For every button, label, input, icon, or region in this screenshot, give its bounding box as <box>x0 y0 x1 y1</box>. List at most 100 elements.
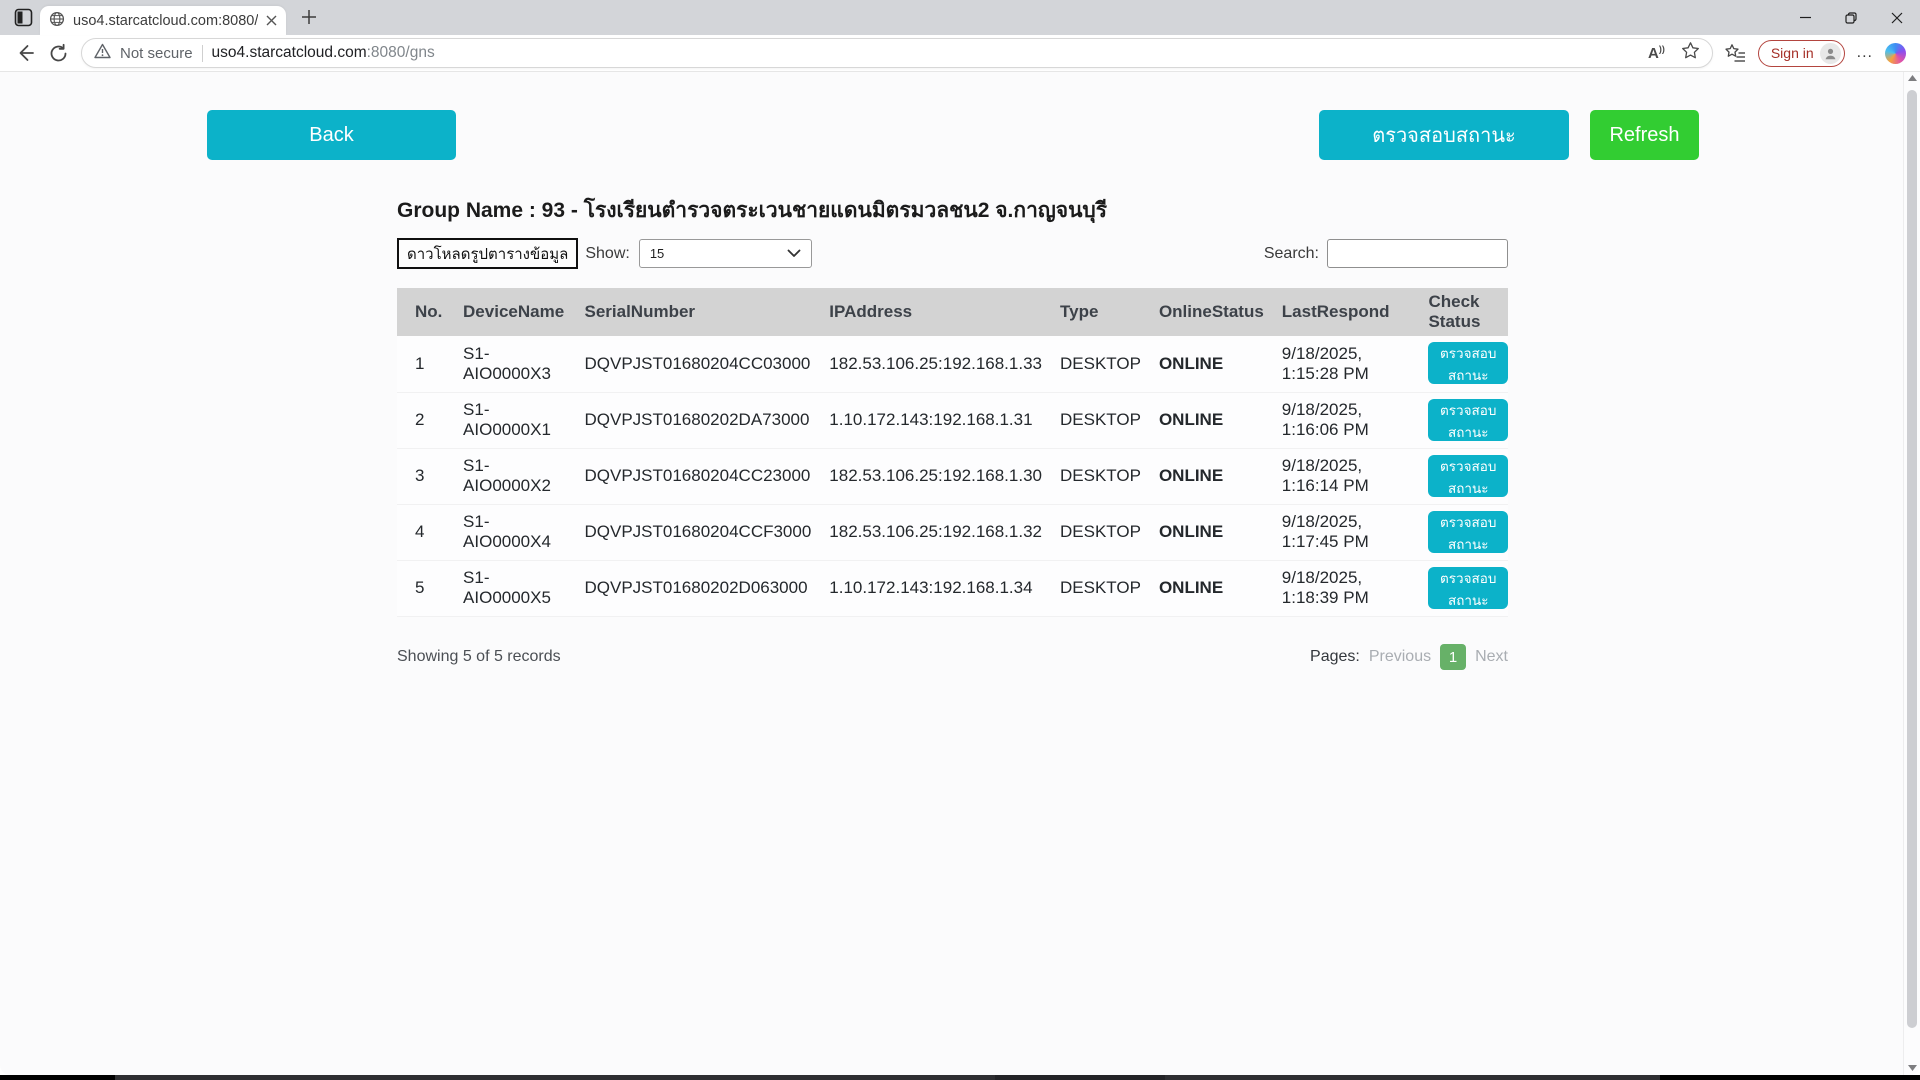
read-aloud-icon[interactable]: A)) <box>1648 44 1665 62</box>
cell-no: 4 <box>397 504 445 560</box>
cell-ipaddress: 1.10.172.143:192.168.1.31 <box>811 392 1042 448</box>
table-footer: Showing 5 of 5 records Pages: Previous 1… <box>397 644 1508 670</box>
cell-no: 1 <box>397 336 445 392</box>
browser-titlebar: uso4.starcatcloud.com:8080/gns <box>0 0 1920 35</box>
cell-lastrespond: 9/18/2025, 1:16:06 PM <box>1264 392 1411 448</box>
cell-type: DESKTOP <box>1042 392 1141 448</box>
table-row: 1 S1-AIO0000X3 DQVPJST01680204CC03000 18… <box>397 336 1508 392</box>
copilot-icon[interactable] <box>1885 43 1906 64</box>
chevron-down-icon <box>787 246 801 261</box>
cell-no: 2 <box>397 392 445 448</box>
cell-devicename: S1-AIO0000X5 <box>445 560 566 616</box>
cell-serialnumber: DQVPJST01680202D063000 <box>567 560 812 616</box>
status-badge: ONLINE <box>1141 504 1264 560</box>
back-button[interactable]: Back <box>207 110 456 160</box>
search-input[interactable] <box>1327 239 1508 268</box>
cell-lastrespond: 9/18/2025, 1:18:39 PM <box>1264 560 1411 616</box>
row-check-status-button[interactable]: ตรวจสอบสถานะ <box>1428 399 1508 441</box>
status-badge: ONLINE <box>1141 336 1264 392</box>
status-badge: ONLINE <box>1141 448 1264 504</box>
restore-icon[interactable] <box>1828 0 1874 35</box>
show-select-value: 15 <box>650 246 664 261</box>
cell-no: 5 <box>397 560 445 616</box>
page-title: Group Name : 93 - โรงเรียนตำรวจตระเวนชาย… <box>397 194 1107 227</box>
col-checkstatus: Check Status <box>1410 288 1508 336</box>
col-devicename: DeviceName <box>445 288 566 336</box>
page-content: Back ตรวจสอบสถานะ Refresh Group Name : 9… <box>0 72 1920 1075</box>
next-page-button[interactable]: Next <box>1475 648 1508 666</box>
signin-label: Sign in <box>1771 45 1814 61</box>
cell-serialnumber: DQVPJST01680204CC03000 <box>567 336 812 392</box>
device-table: No. DeviceName SerialNumber IPAddress Ty… <box>397 288 1508 617</box>
signin-button[interactable]: Sign in <box>1758 40 1845 67</box>
profile-avatar-icon <box>1820 43 1841 64</box>
col-onlinestatus: OnlineStatus <box>1141 288 1264 336</box>
back-arrow-icon[interactable] <box>14 42 36 64</box>
cell-type: DESKTOP <box>1042 504 1141 560</box>
download-table-button[interactable]: ดาวโหลดรูปตารางข้อมูล <box>397 238 578 269</box>
status-badge: ONLINE <box>1141 560 1264 616</box>
table-row: 4 S1-AIO0000X4 DQVPJST01680204CCF3000 18… <box>397 504 1508 560</box>
page-scrollbar[interactable] <box>1903 72 1920 1075</box>
cell-serialnumber: DQVPJST01680204CC23000 <box>567 448 812 504</box>
browser-tab[interactable]: uso4.starcatcloud.com:8080/gns <box>40 6 286 35</box>
browser-navbar: Not secure uso4.starcatcloud.com:8080/gn… <box>0 35 1920 72</box>
current-page-badge[interactable]: 1 <box>1440 644 1466 670</box>
cell-devicename: S1-AIO0000X1 <box>445 392 566 448</box>
cell-lastrespond: 9/18/2025, 1:16:14 PM <box>1264 448 1411 504</box>
address-bar[interactable]: Not secure uso4.starcatcloud.com:8080/gn… <box>81 38 1713 68</box>
search-label: Search: <box>1264 245 1319 263</box>
table-row: 5 S1-AIO0000X5 DQVPJST01680202D063000 1.… <box>397 560 1508 616</box>
url-host: uso4.starcatcloud.com <box>212 44 367 61</box>
scroll-up-icon[interactable] <box>1904 75 1920 81</box>
collections-icon[interactable] <box>1725 43 1746 63</box>
cell-ipaddress: 182.53.106.25:192.168.1.33 <box>811 336 1042 392</box>
cell-lastrespond: 9/18/2025, 1:17:45 PM <box>1264 504 1411 560</box>
cell-lastrespond: 9/18/2025, 1:15:28 PM <box>1264 336 1411 392</box>
cell-ipaddress: 1.10.172.143:192.168.1.34 <box>811 560 1042 616</box>
previous-page-button[interactable]: Previous <box>1369 648 1431 666</box>
cell-type: DESKTOP <box>1042 560 1141 616</box>
row-check-status-button[interactable]: ตรวจสอบสถานะ <box>1428 567 1508 609</box>
url-text[interactable]: uso4.starcatcloud.com:8080/gns <box>212 44 435 62</box>
minimize-icon[interactable] <box>1782 0 1828 35</box>
cell-devicename: S1-AIO0000X3 <box>445 336 566 392</box>
col-type: Type <box>1042 288 1141 336</box>
row-check-status-button[interactable]: ตรวจสอบสถานะ <box>1428 342 1508 384</box>
table-header-row: No. DeviceName SerialNumber IPAddress Ty… <box>397 288 1508 336</box>
col-ipaddress: IPAddress <box>811 288 1042 336</box>
cell-no: 3 <box>397 448 445 504</box>
reload-icon[interactable] <box>48 43 69 64</box>
row-check-status-button[interactable]: ตรวจสอบสถานะ <box>1428 455 1508 497</box>
refresh-button[interactable]: Refresh <box>1590 110 1699 160</box>
address-divider <box>202 45 203 62</box>
tab-close-icon[interactable] <box>266 15 277 26</box>
table-row: 2 S1-AIO0000X1 DQVPJST01680202DA73000 1.… <box>397 392 1508 448</box>
show-label: Show: <box>585 245 629 263</box>
pages-label: Pages: <box>1310 648 1360 666</box>
globe-icon <box>49 11 65 31</box>
cell-ipaddress: 182.53.106.25:192.168.1.32 <box>811 504 1042 560</box>
col-serialnumber: SerialNumber <box>567 288 812 336</box>
security-label[interactable]: Not secure <box>120 45 193 62</box>
cell-type: DESKTOP <box>1042 336 1141 392</box>
cell-serialnumber: DQVPJST01680202DA73000 <box>567 392 812 448</box>
cell-type: DESKTOP <box>1042 448 1141 504</box>
cell-ipaddress: 182.53.106.25:192.168.1.30 <box>811 448 1042 504</box>
scroll-down-icon[interactable] <box>1904 1065 1920 1071</box>
tab-title: uso4.starcatcloud.com:8080/gns <box>73 13 258 29</box>
records-summary: Showing 5 of 5 records <box>397 648 561 666</box>
show-select[interactable]: 15 <box>639 239 812 268</box>
table-row: 3 S1-AIO0000X2 DQVPJST01680204CC23000 18… <box>397 448 1508 504</box>
check-status-button[interactable]: ตรวจสอบสถานะ <box>1319 110 1569 160</box>
row-check-status-button[interactable]: ตรวจสอบสถานะ <box>1428 511 1508 553</box>
favorite-star-icon[interactable] <box>1681 41 1700 65</box>
not-secure-warning-icon <box>94 43 111 64</box>
settings-menu-icon[interactable]: ... <box>1857 44 1873 62</box>
close-window-icon[interactable] <box>1874 0 1920 35</box>
new-tab-icon[interactable] <box>300 8 318 31</box>
taskbar-edge <box>0 1075 1920 1080</box>
workspaces-icon[interactable] <box>14 8 33 32</box>
scrollbar-thumb[interactable] <box>1907 90 1917 1028</box>
url-path: :8080/gns <box>367 44 435 61</box>
